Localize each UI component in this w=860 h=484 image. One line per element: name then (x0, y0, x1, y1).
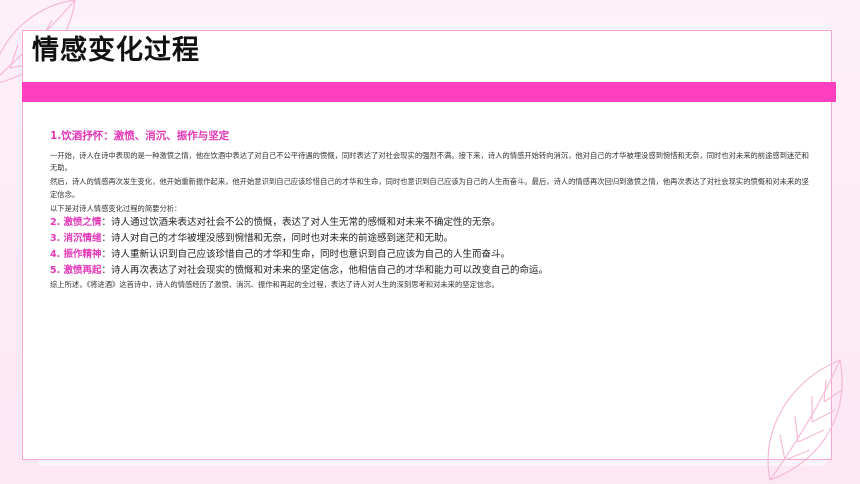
list-item-key: 2. 激愤之情 (50, 217, 102, 229)
list-item-text: ：诗人重新认识到自己应该珍惜自己的才华和生命，同时也意识到自己应该为自己的人生而… (101, 249, 511, 261)
accent-bar (22, 82, 836, 102)
list-item-key: 4. 振作精神 (50, 249, 102, 261)
paragraph-2: 然后，诗人的情感再次发生变化，他开始重新振作起来，他开始意识到自己应该珍惜自己的… (50, 177, 809, 199)
list-item: 3. 消沉情绪：诗人对自己的才华被埋没感到惋惜和无奈，同时也对未来的前途感到迷茫… (50, 231, 810, 247)
list-item: 5. 激愤再起：诗人再次表达了对社会现实的愤慨和对未来的坚定信念，他相信自己的才… (50, 263, 810, 279)
page-title: 情感变化过程 (32, 35, 200, 66)
list-item-key: 3. 消沉情绪 (50, 233, 102, 245)
list-item: 2. 激愤之情：诗人通过饮酒来表达对社会不公的愤慨，表达了对人生无常的感慨和对未… (50, 215, 810, 231)
list-item-text: ：诗人再次表达了对社会现实的愤慨和对未来的坚定信念，他相信自己的才华和能力可以改… (101, 265, 549, 277)
list-item-text: ：诗人通过饮酒来表达对社会不公的愤慨，表达了对人生无常的感慨和对未来不确定性的无… (101, 217, 501, 229)
intro-line: 以下是对诗人情感变化过程的简要分析： (50, 203, 182, 213)
leaf-decoration-icon (767, 359, 843, 481)
section-heading: 1.饮酒抒怀：激愤、消沉、振作与坚定 (50, 130, 230, 142)
paragraph-1: 一开始，诗人在诗中表现的是一种激愤之情，他在饮酒中表达了对自己不公平待遇的愤慨，… (50, 151, 809, 173)
list-item: 4. 振作精神：诗人重新认识到自己应该珍惜自己的才华和生命，同时也意识到自己应该… (50, 247, 810, 263)
summary-text: 综上所述，《将进酒》这首诗中，诗人的情感经历了激愤、消沉、振作和再起的全过程，表… (50, 280, 499, 290)
list-item-key: 5. 激愤再起 (50, 265, 102, 277)
content-body: 1.饮酒抒怀：激愤、消沉、振作与坚定 一开始，诗人在诗中表现的是一种激愤之情，他… (50, 129, 810, 291)
list-item-text: ：诗人对自己的才华被埋没感到惋惜和无奈，同时也对未来的前途感到迷茫和无助。 (101, 233, 454, 245)
